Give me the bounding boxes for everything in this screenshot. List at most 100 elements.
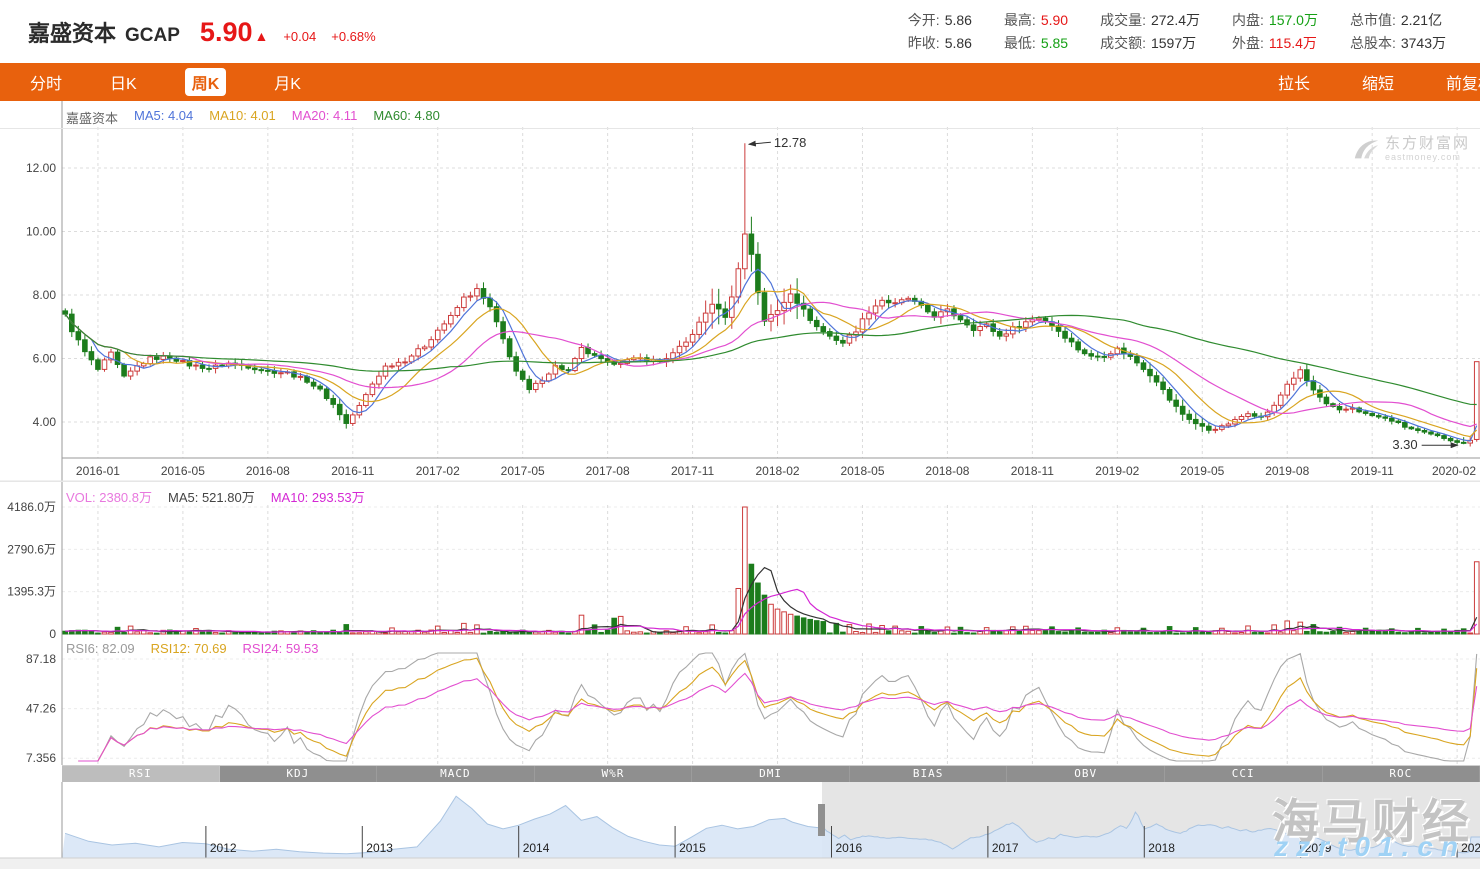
stats-col-open: 今开:5.86 昨收:5.86 bbox=[908, 11, 972, 53]
svg-text:0: 0 bbox=[49, 627, 56, 641]
annotations-layer: 12.78 3.30 bbox=[749, 135, 1458, 452]
svg-text:2019-08: 2019-08 bbox=[1265, 464, 1309, 478]
forward-adjust-button[interactable]: 前复权 bbox=[1446, 70, 1480, 94]
shrink-button[interactable]: 缩短 bbox=[1362, 70, 1394, 94]
stat-high: 最高:5.90 bbox=[1004, 11, 1068, 30]
navigator-bottom-strip bbox=[0, 858, 1480, 869]
tab-weekly-k[interactable]: 周K bbox=[185, 68, 227, 96]
indicator-tab-cci[interactable]: CCI bbox=[1165, 766, 1323, 782]
svg-text:12.78: 12.78 bbox=[774, 135, 807, 150]
axis-labels: 12.00 10.00 8.00 6.00 4.00 4186.0万 2790.6万 1395… bbox=[7, 161, 1476, 765]
legend-ma20: MA20: 4.11 bbox=[292, 108, 358, 127]
legend-vol-ma10: MA10: 293.53万 bbox=[271, 487, 365, 506]
kline-legend: 嘉盛资本 MA5: 4.04 MA10: 4.01 MA20: 4.11 MA6… bbox=[66, 108, 440, 127]
rsi-legend: RSI6: 82.09 RSI12: 70.69 RSI24: 59.53 bbox=[66, 641, 318, 656]
svg-text:2017-02: 2017-02 bbox=[416, 464, 460, 478]
period-tab-bar: 分时 日K 周K 月K 拉长 缩短 前复权 bbox=[0, 63, 1480, 101]
svg-text:2018-05: 2018-05 bbox=[840, 464, 884, 478]
tab-intraday[interactable]: 分时 bbox=[30, 70, 62, 94]
svg-text:2019-05: 2019-05 bbox=[1180, 464, 1224, 478]
stat-turnover: 成交额:1597万 bbox=[1100, 34, 1200, 53]
svg-text:8.00: 8.00 bbox=[33, 288, 57, 302]
legend-rsi6: RSI6: 82.09 bbox=[66, 641, 135, 656]
svg-text:2019-02: 2019-02 bbox=[1095, 464, 1139, 478]
stretch-button[interactable]: 拉长 bbox=[1278, 70, 1310, 94]
indicator-tab-rsi[interactable]: RSI bbox=[62, 766, 220, 782]
current-price: 5.90 bbox=[200, 17, 253, 48]
stock-title-block: 嘉盛资本 GCAP 5.90 ▲ +0.04 +0.68% bbox=[0, 16, 376, 48]
price-change-percent: +0.68% bbox=[331, 29, 375, 44]
svg-text:87.18: 87.18 bbox=[26, 652, 56, 666]
legend-ma60: MA60: 4.80 bbox=[373, 108, 440, 127]
period-tabs: 分时 日K 周K 月K bbox=[0, 68, 301, 96]
timeline-navigator[interactable]: 201220132014201520162017201820192020 bbox=[0, 782, 1480, 869]
svg-text:2019-11: 2019-11 bbox=[1351, 464, 1394, 478]
legend-stock-name: 嘉盛资本 bbox=[66, 108, 118, 127]
tab-monthly-k[interactable]: 月K bbox=[274, 70, 301, 94]
header: 嘉盛资本 GCAP 5.90 ▲ +0.04 +0.68% 今开:5.86 昨收… bbox=[0, 0, 1480, 63]
stat-volume: 成交量:272.4万 bbox=[1100, 11, 1200, 30]
stat-low: 最低:5.85 bbox=[1004, 34, 1068, 53]
svg-text:6.00: 6.00 bbox=[33, 352, 57, 366]
stats-col-cap: 总市值:2.21亿 总股本:3743万 bbox=[1350, 11, 1446, 53]
indicator-tab-roc[interactable]: ROC bbox=[1323, 766, 1480, 782]
svg-text:47.26: 47.26 bbox=[26, 702, 56, 716]
svg-text:7.356: 7.356 bbox=[26, 751, 56, 765]
stat-open: 今开:5.86 bbox=[908, 11, 972, 30]
stat-prev-close: 昨收:5.86 bbox=[908, 34, 972, 53]
stats-col-inner-outer: 内盘:157.0万 外盘:115.4万 bbox=[1232, 11, 1318, 53]
svg-text:4186.0万: 4186.0万 bbox=[7, 500, 56, 514]
legend-vol: VOL: 2380.8万 bbox=[66, 487, 152, 506]
svg-text:2015: 2015 bbox=[679, 841, 706, 855]
kline-volume-rsi-chart[interactable]: 12.00 10.00 8.00 6.00 4.00 4186.0万 2790.6万 1395… bbox=[0, 101, 1480, 765]
svg-text:2790.6万: 2790.6万 bbox=[7, 542, 56, 556]
svg-text:2017-08: 2017-08 bbox=[586, 464, 630, 478]
svg-text:2016: 2016 bbox=[835, 841, 862, 855]
svg-text:2016-05: 2016-05 bbox=[161, 464, 205, 478]
svg-text:2016-08: 2016-08 bbox=[246, 464, 290, 478]
svg-text:2018-02: 2018-02 bbox=[756, 464, 800, 478]
up-arrow-icon: ▲ bbox=[254, 28, 268, 44]
svg-text:2016-11: 2016-11 bbox=[331, 464, 374, 478]
svg-text:4.00: 4.00 bbox=[33, 415, 57, 429]
stats-grid: 今开:5.86 昨收:5.86 最高:5.90 最低:5.85 成交量:272.… bbox=[908, 11, 1480, 53]
divider bbox=[0, 481, 1480, 482]
legend-ma5: MA5: 4.04 bbox=[134, 108, 193, 127]
indicator-tab-kdj[interactable]: KDJ bbox=[220, 766, 378, 782]
svg-text:2018-08: 2018-08 bbox=[925, 464, 969, 478]
svg-text:2013: 2013 bbox=[366, 841, 393, 855]
svg-text:3.30: 3.30 bbox=[1392, 437, 1417, 452]
svg-text:2018-11: 2018-11 bbox=[1011, 464, 1054, 478]
svg-text:1395.3万: 1395.3万 bbox=[7, 585, 56, 599]
stock-app-window: 嘉盛资本 GCAP 5.90 ▲ +0.04 +0.68% 今开:5.86 昨收… bbox=[0, 0, 1480, 869]
grid-layer bbox=[62, 127, 1480, 765]
indicator-tab-macd[interactable]: MACD bbox=[377, 766, 535, 782]
stock-name: 嘉盛资本 bbox=[28, 16, 116, 48]
legend-rsi12: RSI12: 70.69 bbox=[151, 641, 227, 656]
svg-text:2012: 2012 bbox=[210, 841, 237, 855]
divider bbox=[0, 128, 1480, 129]
indicator-tab-bias[interactable]: BIAS bbox=[850, 766, 1008, 782]
tab-daily-k[interactable]: 日K bbox=[110, 70, 137, 94]
legend-vol-ma5: MA5: 521.80万 bbox=[168, 487, 255, 506]
legend-ma10: MA10: 4.01 bbox=[209, 108, 276, 127]
volume-legend: VOL: 2380.8万 MA5: 521.80万 MA10: 293.53万 bbox=[66, 487, 365, 506]
indicator-tab-wr[interactable]: W%R bbox=[535, 766, 693, 782]
svg-text:2019: 2019 bbox=[1305, 841, 1332, 855]
svg-text:10.00: 10.00 bbox=[26, 225, 56, 239]
stat-outer-disc: 外盘:115.4万 bbox=[1232, 34, 1318, 53]
stats-col-volume: 成交量:272.4万 成交额:1597万 bbox=[1100, 11, 1200, 53]
svg-text:2017: 2017 bbox=[992, 841, 1019, 855]
indicator-tab-dmi[interactable]: DMI bbox=[692, 766, 850, 782]
svg-text:12.00: 12.00 bbox=[26, 161, 56, 175]
stat-inner-disc: 内盘:157.0万 bbox=[1232, 11, 1318, 30]
svg-text:2020: 2020 bbox=[1461, 841, 1480, 855]
svg-text:2018: 2018 bbox=[1148, 841, 1175, 855]
indicator-tab-obv[interactable]: OBV bbox=[1007, 766, 1165, 782]
svg-text:2017-11: 2017-11 bbox=[671, 464, 714, 478]
stats-col-high-low: 最高:5.90 最低:5.85 bbox=[1004, 11, 1068, 53]
indicator-tab-bar: RSI KDJ MACD W%R DMI BIAS OBV CCI ROC bbox=[62, 765, 1480, 782]
legend-rsi24: RSI24: 59.53 bbox=[243, 641, 319, 656]
stat-market-cap: 总市值:2.21亿 bbox=[1350, 11, 1446, 30]
svg-text:2020-02: 2020-02 bbox=[1432, 464, 1476, 478]
